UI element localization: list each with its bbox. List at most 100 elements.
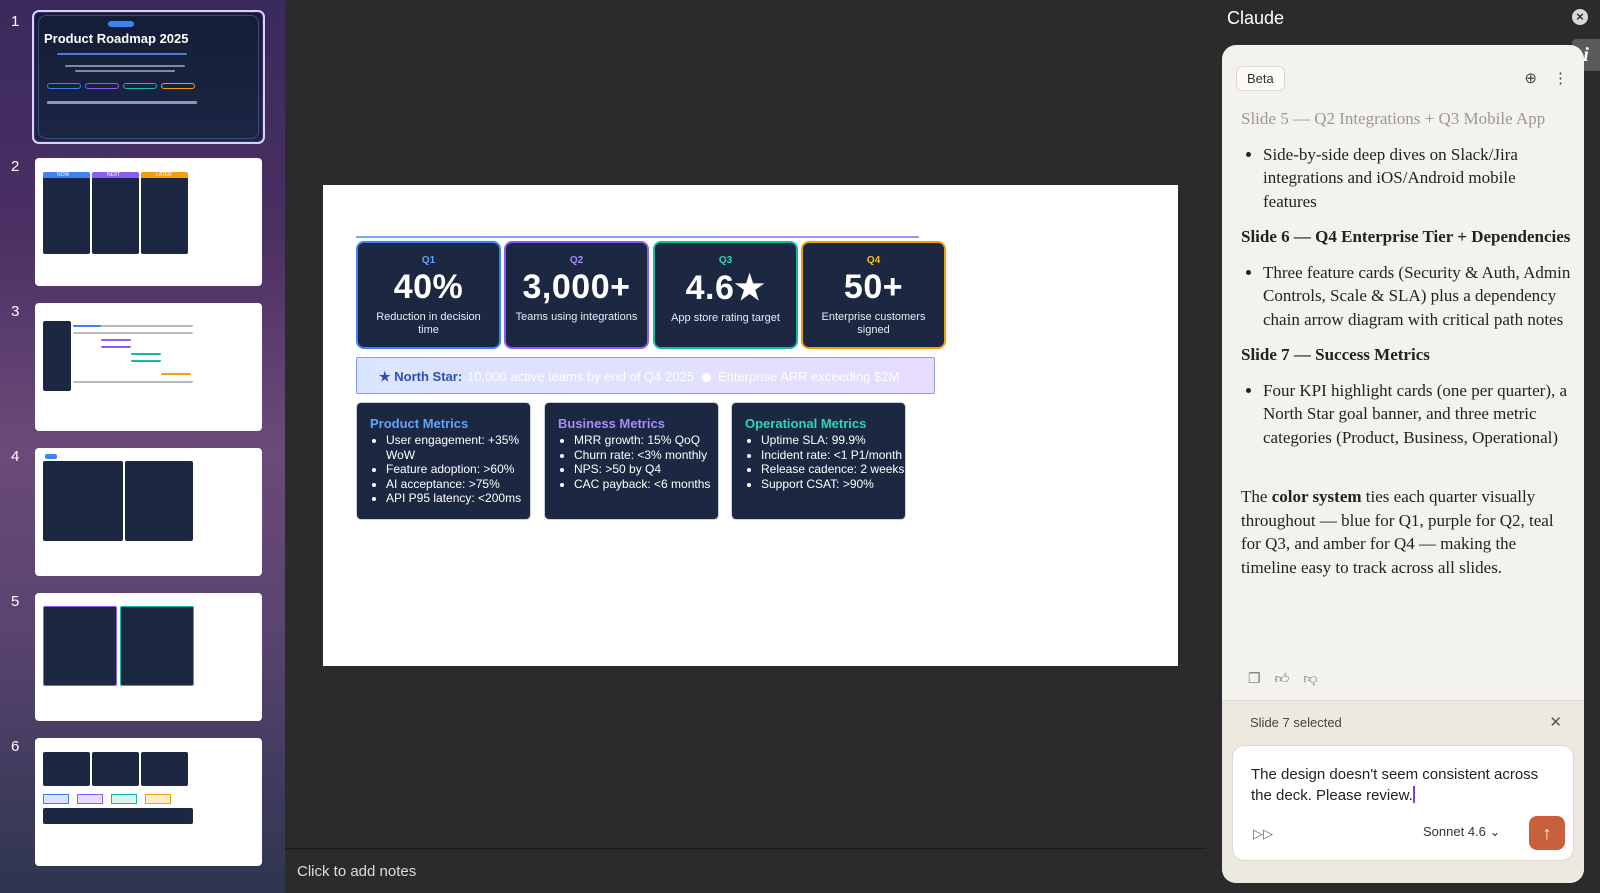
slide5-bullets: Side-by-side deep dives on Slack/Jira in… (1263, 143, 1571, 214)
chat-header-actions: ⊕ ⋮ (1508, 69, 1568, 87)
metric-card-operational[interactable]: Operational Metrics Uptime SLA: 99.9% In… (731, 402, 906, 520)
thumbnail-row-3[interactable]: 3 (0, 303, 285, 431)
metric-item: User engagement: +35% WoW (386, 433, 530, 462)
kpi-value: 40% (393, 268, 464, 306)
metric-title: Operational Metrics (745, 416, 867, 431)
thumbnail-row-4[interactable]: 4 (0, 448, 285, 576)
message-heading: Slide 7 — Success Metrics (1241, 345, 1430, 364)
metric-item: Uptime SLA: 99.9% (761, 433, 905, 448)
slide-thumbnail-pane[interactable]: 1 Product Roadmap 2025 2 NOW NEXT LATER … (0, 0, 285, 893)
thumbnail-row-1[interactable]: 1 Product Roadmap 2025 (0, 10, 285, 144)
thumb-q1-badge (45, 454, 57, 459)
bullet-item: Three feature cards (Security & Auth, Ad… (1263, 261, 1571, 332)
beta-badge: Beta (1236, 66, 1285, 91)
message-faded-heading: Slide 5 — Q2 Integrations + Q3 Mobile Ap… (1241, 109, 1546, 128)
header-rule (356, 236, 919, 238)
slide-thumbnail-1[interactable]: Product Roadmap 2025 (32, 10, 265, 144)
metric-item: CAC payback: <6 months (574, 477, 718, 492)
thumb-chain-step (145, 794, 171, 804)
thumb-label-later: LATER (156, 172, 172, 178)
slide-thumbnail-2[interactable]: NOW NEXT LATER (35, 158, 262, 286)
chat-input-box[interactable]: The design doesn't seem consistent acros… (1232, 745, 1574, 861)
thumb-quote (65, 65, 185, 67)
thumb-chip (47, 83, 81, 89)
thumb-security-card (43, 752, 90, 786)
kpi-label: App store rating target (671, 312, 780, 324)
kpi-card-q1[interactable]: Q1 40% Reduction in decision time (356, 241, 501, 349)
thumbnail-row-6[interactable]: 6 (0, 738, 285, 866)
send-button[interactable]: ↑ (1529, 816, 1565, 850)
kpi-card-q3[interactable]: Q3 4.6★ App store rating target (653, 241, 798, 349)
bullet-item: Side-by-side deep dives on Slack/Jira in… (1263, 143, 1571, 214)
chat-input-text: The design doesn't seem consistent acros… (1251, 766, 1539, 804)
thumb-gantt-bar (131, 360, 161, 362)
kpi-label: Teams using integrations (515, 311, 638, 323)
north-star-goal-2: Enterprise ARR exceeding $2M (717, 369, 900, 384)
slide-thumbnail-4[interactable] (35, 448, 262, 576)
fast-forward-icon[interactable]: ▷▷ (1253, 826, 1273, 842)
notes-pane[interactable]: Click to add notes (285, 848, 1206, 893)
metric-list: User engagement: +35% WoW Feature adopti… (386, 433, 530, 506)
metric-list: MRR growth: 15% QoQ Churn rate: <3% mont… (574, 433, 718, 491)
close-icon[interactable]: × (1572, 9, 1588, 25)
model-selector[interactable]: Sonnet 4.6 ⌄ (1423, 824, 1500, 840)
thumbs-down-icon[interactable]: 👎︎ (1303, 670, 1317, 686)
copy-icon[interactable]: ❐ (1248, 670, 1261, 686)
message-actions: ❐ 👍︎ 👎︎ (1248, 670, 1331, 687)
thumb-chain-step (111, 794, 137, 804)
metric-item: Churn rate: <3% monthly (574, 448, 718, 463)
thumb-scale-card (141, 752, 188, 786)
north-star-goal-1: 10,000 active teams by end of Q4 2025 (467, 369, 694, 384)
slide-thumbnail-6[interactable] (35, 738, 262, 866)
message-heading: Slide 6 — Q4 Enterprise Tier + Dependenc… (1241, 227, 1571, 246)
metric-item: NPS: >50 by Q4 (574, 462, 718, 477)
bullet-dot (701, 373, 711, 382)
message-paragraph: The color system ties each quarter visua… (1241, 485, 1571, 579)
slide-editor[interactable]: Q1 40% Reduction in decision time Q2 3,0… (285, 0, 1206, 893)
kpi-label: Enterprise customers signed (821, 311, 926, 336)
thumbnail-row-5[interactable]: 5 (0, 593, 285, 721)
thumb-label-next: NEXT (107, 172, 121, 178)
kpi-card-q2[interactable]: Q2 3,000+ Teams using integrations (504, 241, 649, 349)
thumb-card-now (43, 172, 90, 254)
slide-thumbnail-5[interactable] (35, 593, 262, 721)
thumb-timeline-card (125, 461, 193, 541)
thumb-title: Product Roadmap 2025 (44, 31, 189, 46)
thumb-objective-card (43, 461, 123, 541)
thumbs-up-icon[interactable]: 👍︎ (1275, 670, 1290, 686)
north-star-goals: 10,000 active teams by end of Q4 2025 Ent… (467, 369, 899, 384)
kpi-label: Reduction in decision time (376, 311, 481, 336)
metric-item: API P95 latency: <200ms (386, 491, 530, 506)
new-chat-icon[interactable]: ⊕ (1524, 70, 1537, 87)
paragraph-bold: color system (1271, 487, 1362, 506)
thumb-label-now: NOW (57, 172, 70, 178)
thumb-gantt-bar (73, 325, 101, 327)
thumb-chip (85, 83, 119, 89)
thumb-integrations-card (43, 606, 117, 686)
slide-number: 4 (11, 448, 20, 465)
slide-thumbnail-3[interactable] (35, 303, 262, 431)
clear-selection-icon[interactable]: ✕ (1549, 713, 1562, 731)
thumb-mobile-card (120, 606, 194, 686)
metric-list: Uptime SLA: 99.9% Incident rate: <1 P1/m… (761, 433, 905, 491)
thumbnail-row-2[interactable]: 2 NOW NEXT LATER (0, 158, 285, 286)
thumb-chip (123, 83, 157, 89)
slide-canvas[interactable]: Q1 40% Reduction in decision time Q2 3,0… (323, 185, 1178, 666)
metric-item: Support CSAT: >90% (761, 477, 905, 492)
metric-card-product[interactable]: Product Metrics User engagement: +35% Wo… (356, 402, 531, 520)
kpi-value: 50+ (843, 268, 904, 306)
kpi-card-q4[interactable]: Q4 50+ Enterprise customers signed (801, 241, 946, 349)
thumb-critical-path (43, 808, 193, 824)
text-caret (1412, 786, 1415, 803)
north-star-banner[interactable]: ★ North Star: 10,000 active teams by end… (356, 357, 935, 394)
kpi-value: 3,000+ (522, 268, 631, 306)
kpi-value: 4.6★ (685, 269, 766, 307)
kpi-quarter: Q2 (569, 255, 584, 266)
notes-placeholder[interactable]: Click to add notes (297, 863, 416, 880)
more-options-icon[interactable]: ⋮ (1553, 70, 1568, 87)
metric-card-business[interactable]: Business Metrics MRR growth: 15% QoQ Chu… (544, 402, 719, 520)
thumb-card-later (141, 172, 188, 254)
assistant-message: Slide 5 — Q2 Integrations + Q3 Mobile Ap… (1241, 107, 1571, 579)
chat-input[interactable]: The design doesn't seem consistent acros… (1251, 764, 1563, 806)
paragraph-text: The (1241, 487, 1272, 506)
